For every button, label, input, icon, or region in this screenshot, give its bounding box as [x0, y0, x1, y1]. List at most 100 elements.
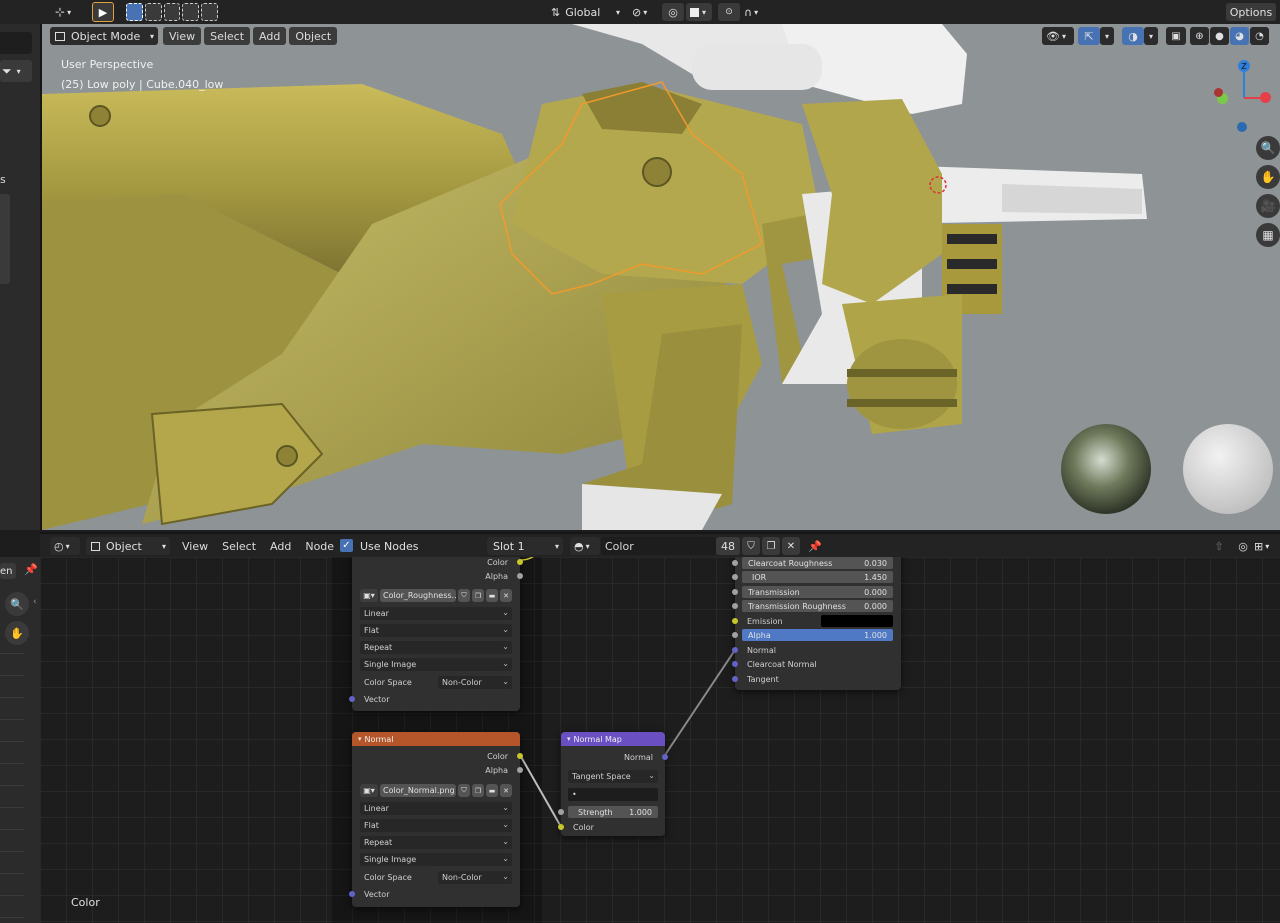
input-alpha-socket[interactable] — [732, 632, 738, 638]
gizmo-toggle[interactable]: ⇱ — [1078, 27, 1100, 45]
gizmo-dropdown[interactable]: ▾ — [1100, 27, 1114, 45]
input-clearcoat-normal-socket[interactable] — [732, 661, 738, 667]
collapse-icon[interactable]: ▾ — [567, 735, 571, 743]
pin-button[interactable]: 📌 — [806, 537, 824, 555]
slot-dropdown[interactable]: Slot 1 ▾ — [487, 537, 563, 555]
navigation-gizmo[interactable]: Z — [1212, 60, 1278, 132]
input-transmission-socket[interactable] — [732, 589, 738, 595]
object-mode-dropdown[interactable]: Object Mode ▾ — [50, 27, 158, 45]
parent-node-tree-button[interactable]: ⇧ — [1210, 537, 1228, 555]
interpolation-dropdown[interactable]: Linear ⌄ — [360, 802, 512, 815]
overlay-dropdown[interactable]: ▾ — [1144, 27, 1158, 45]
wireframe-shading-icon[interactable]: ⊕ — [1190, 27, 1209, 45]
select-cursor-button[interactable]: ▶ — [92, 2, 114, 22]
proportional-edit-toggle[interactable]: ⊙ — [718, 3, 740, 21]
material-browse-dropdown[interactable]: ◓ ▾ — [570, 537, 600, 555]
duplicate-material-button[interactable]: ❐ — [762, 537, 780, 555]
menu-object[interactable]: Object — [289, 27, 338, 45]
folder-icon[interactable]: ▬ — [486, 784, 498, 797]
alpha-field[interactable]: Alpha 1.000 — [742, 629, 893, 641]
menu-add[interactable]: Add — [264, 537, 297, 555]
select-intersect-icon[interactable] — [201, 3, 218, 21]
fake-user-button[interactable]: ⛉ — [742, 537, 760, 555]
image-browse-icon[interactable]: ▣▾ — [360, 589, 378, 602]
editor-type-dropdown[interactable]: ◴ ▾ — [50, 537, 80, 555]
node-editor-canvas[interactable]: Color Alpha ▣▾ Color_Roughness... ⛉ ❐ ▬ … — [40, 557, 1280, 923]
image-name-field[interactable]: Color_Roughness... — [380, 589, 456, 602]
use-nodes-checkbox[interactable]: ✓ — [340, 539, 353, 552]
node-header[interactable]: ▾ Normal Map — [561, 732, 665, 746]
close-icon[interactable]: ✕ — [500, 589, 512, 602]
overlay-toggle[interactable]: ◑ — [1122, 27, 1144, 45]
zoom-icon[interactable]: 🔍 — [5, 592, 29, 616]
fake-user-icon[interactable]: ⛉ — [458, 784, 470, 797]
extension-dropdown[interactable]: Repeat ⌄ — [360, 641, 512, 654]
neg-z-axis-icon[interactable] — [1237, 122, 1247, 132]
select-subtract-icon[interactable] — [163, 3, 181, 21]
source-dropdown[interactable]: Single Image ⌄ — [360, 658, 512, 671]
output-color-socket[interactable] — [517, 753, 523, 759]
material-shading-icon[interactable]: ◕ — [1230, 27, 1249, 45]
xray-toggle[interactable]: ▣ — [1166, 27, 1186, 45]
menu-node[interactable]: Node — [299, 537, 340, 555]
copy-icon[interactable]: ❐ — [472, 589, 484, 602]
menu-view[interactable]: View — [176, 537, 214, 555]
snap-node-dropdown[interactable]: ⊞ ▾ — [1254, 537, 1280, 555]
falloff-dropdown[interactable]: ∩ ▾ — [742, 3, 768, 21]
output-normal-socket[interactable] — [662, 754, 668, 760]
color-space-dropdown[interactable]: Non-Color ⌄ — [438, 871, 512, 884]
input-vector-socket[interactable] — [349, 891, 355, 897]
input-strength-socket[interactable] — [558, 809, 564, 815]
visibility-dropdown[interactable]: 👁 ▾ — [1042, 27, 1074, 45]
image-name-field[interactable]: Color_Normal.png — [380, 784, 456, 797]
transmission-field[interactable]: Transmission 0.000 — [742, 586, 893, 598]
fake-user-icon[interactable]: ⛉ — [458, 589, 470, 602]
select-invert-icon[interactable] — [182, 3, 200, 21]
menu-select[interactable]: Select — [204, 27, 251, 45]
shader-type-dropdown[interactable]: Object ▾ — [86, 537, 170, 555]
input-ior-socket[interactable] — [732, 574, 738, 580]
image-browse-icon[interactable]: ▣▾ — [360, 784, 378, 797]
snap-node-toggle[interactable]: ◎ — [1234, 537, 1252, 555]
options-button[interactable]: Options — [1226, 3, 1276, 21]
copy-icon[interactable]: ❐ — [472, 784, 484, 797]
3d-viewport[interactable]: Object Mode ▾ View Select Add Object Use… — [42, 24, 1280, 530]
folder-icon[interactable]: ▬ — [486, 589, 498, 602]
select-extend-icon[interactable] — [144, 3, 162, 21]
hand-pan-icon[interactable]: ✋ — [5, 621, 29, 645]
use-nodes-label[interactable]: Use Nodes — [360, 540, 419, 553]
uv-map-field[interactable]: • — [568, 788, 658, 801]
normal-image-node[interactable]: ▾ Normal Color Alpha ▣▾ Color_Normal.png… — [349, 732, 523, 907]
zoom-icon[interactable]: 🔍 — [1256, 136, 1280, 160]
color-space-dropdown[interactable]: Non-Color ⌄ — [438, 676, 512, 689]
solid-shading-icon[interactable]: ● — [1210, 27, 1229, 45]
close-icon[interactable]: ✕ — [500, 784, 512, 797]
search-field-partial[interactable] — [0, 32, 32, 54]
snap-toggle[interactable]: ◎ — [662, 3, 684, 21]
menu-view[interactable]: View — [163, 27, 202, 45]
transform-orientation-dropdown[interactable]: ⇅ Global ▾ — [546, 3, 624, 21]
camera-icon[interactable]: 🎥 — [1256, 194, 1280, 218]
sidebar-tab-partial[interactable]: en — [0, 563, 16, 579]
input-emission-socket[interactable] — [732, 618, 738, 624]
principled-bsdf-node[interactable]: Clearcoat Roughness 0.030 IOR 1.450 Tran… — [732, 557, 901, 690]
node-header[interactable]: ▾ Normal — [352, 732, 520, 746]
emission-color-swatch[interactable] — [821, 615, 893, 627]
rendered-shading-icon[interactable]: ◔ — [1250, 27, 1269, 45]
user-count[interactable]: 48 — [716, 537, 740, 555]
hand-pan-icon[interactable]: ✋ — [1256, 165, 1280, 189]
chevron-left-icon[interactable]: ‹ — [33, 597, 37, 607]
unlink-material-button[interactable]: ✕ — [782, 537, 800, 555]
output-alpha-socket[interactable] — [517, 573, 523, 579]
transmission-roughness-field[interactable]: Transmission Roughness 0.000 — [742, 600, 893, 612]
collapse-icon[interactable]: ▾ — [358, 735, 362, 743]
pivot-point-dropdown[interactable]: ⊘ ▾ — [628, 3, 658, 21]
pin-icon[interactable]: 📌 — [24, 563, 38, 576]
strength-field[interactable]: Strength 1.000 — [568, 806, 658, 818]
projection-dropdown[interactable]: Flat ⌄ — [360, 624, 512, 637]
neg-x-axis-icon[interactable] — [1214, 88, 1223, 97]
grid-perspective-icon[interactable]: ▦ — [1256, 223, 1280, 247]
input-normal-socket[interactable] — [732, 647, 738, 653]
input-vector-socket[interactable] — [349, 696, 355, 702]
projection-dropdown[interactable]: Flat ⌄ — [360, 819, 512, 832]
